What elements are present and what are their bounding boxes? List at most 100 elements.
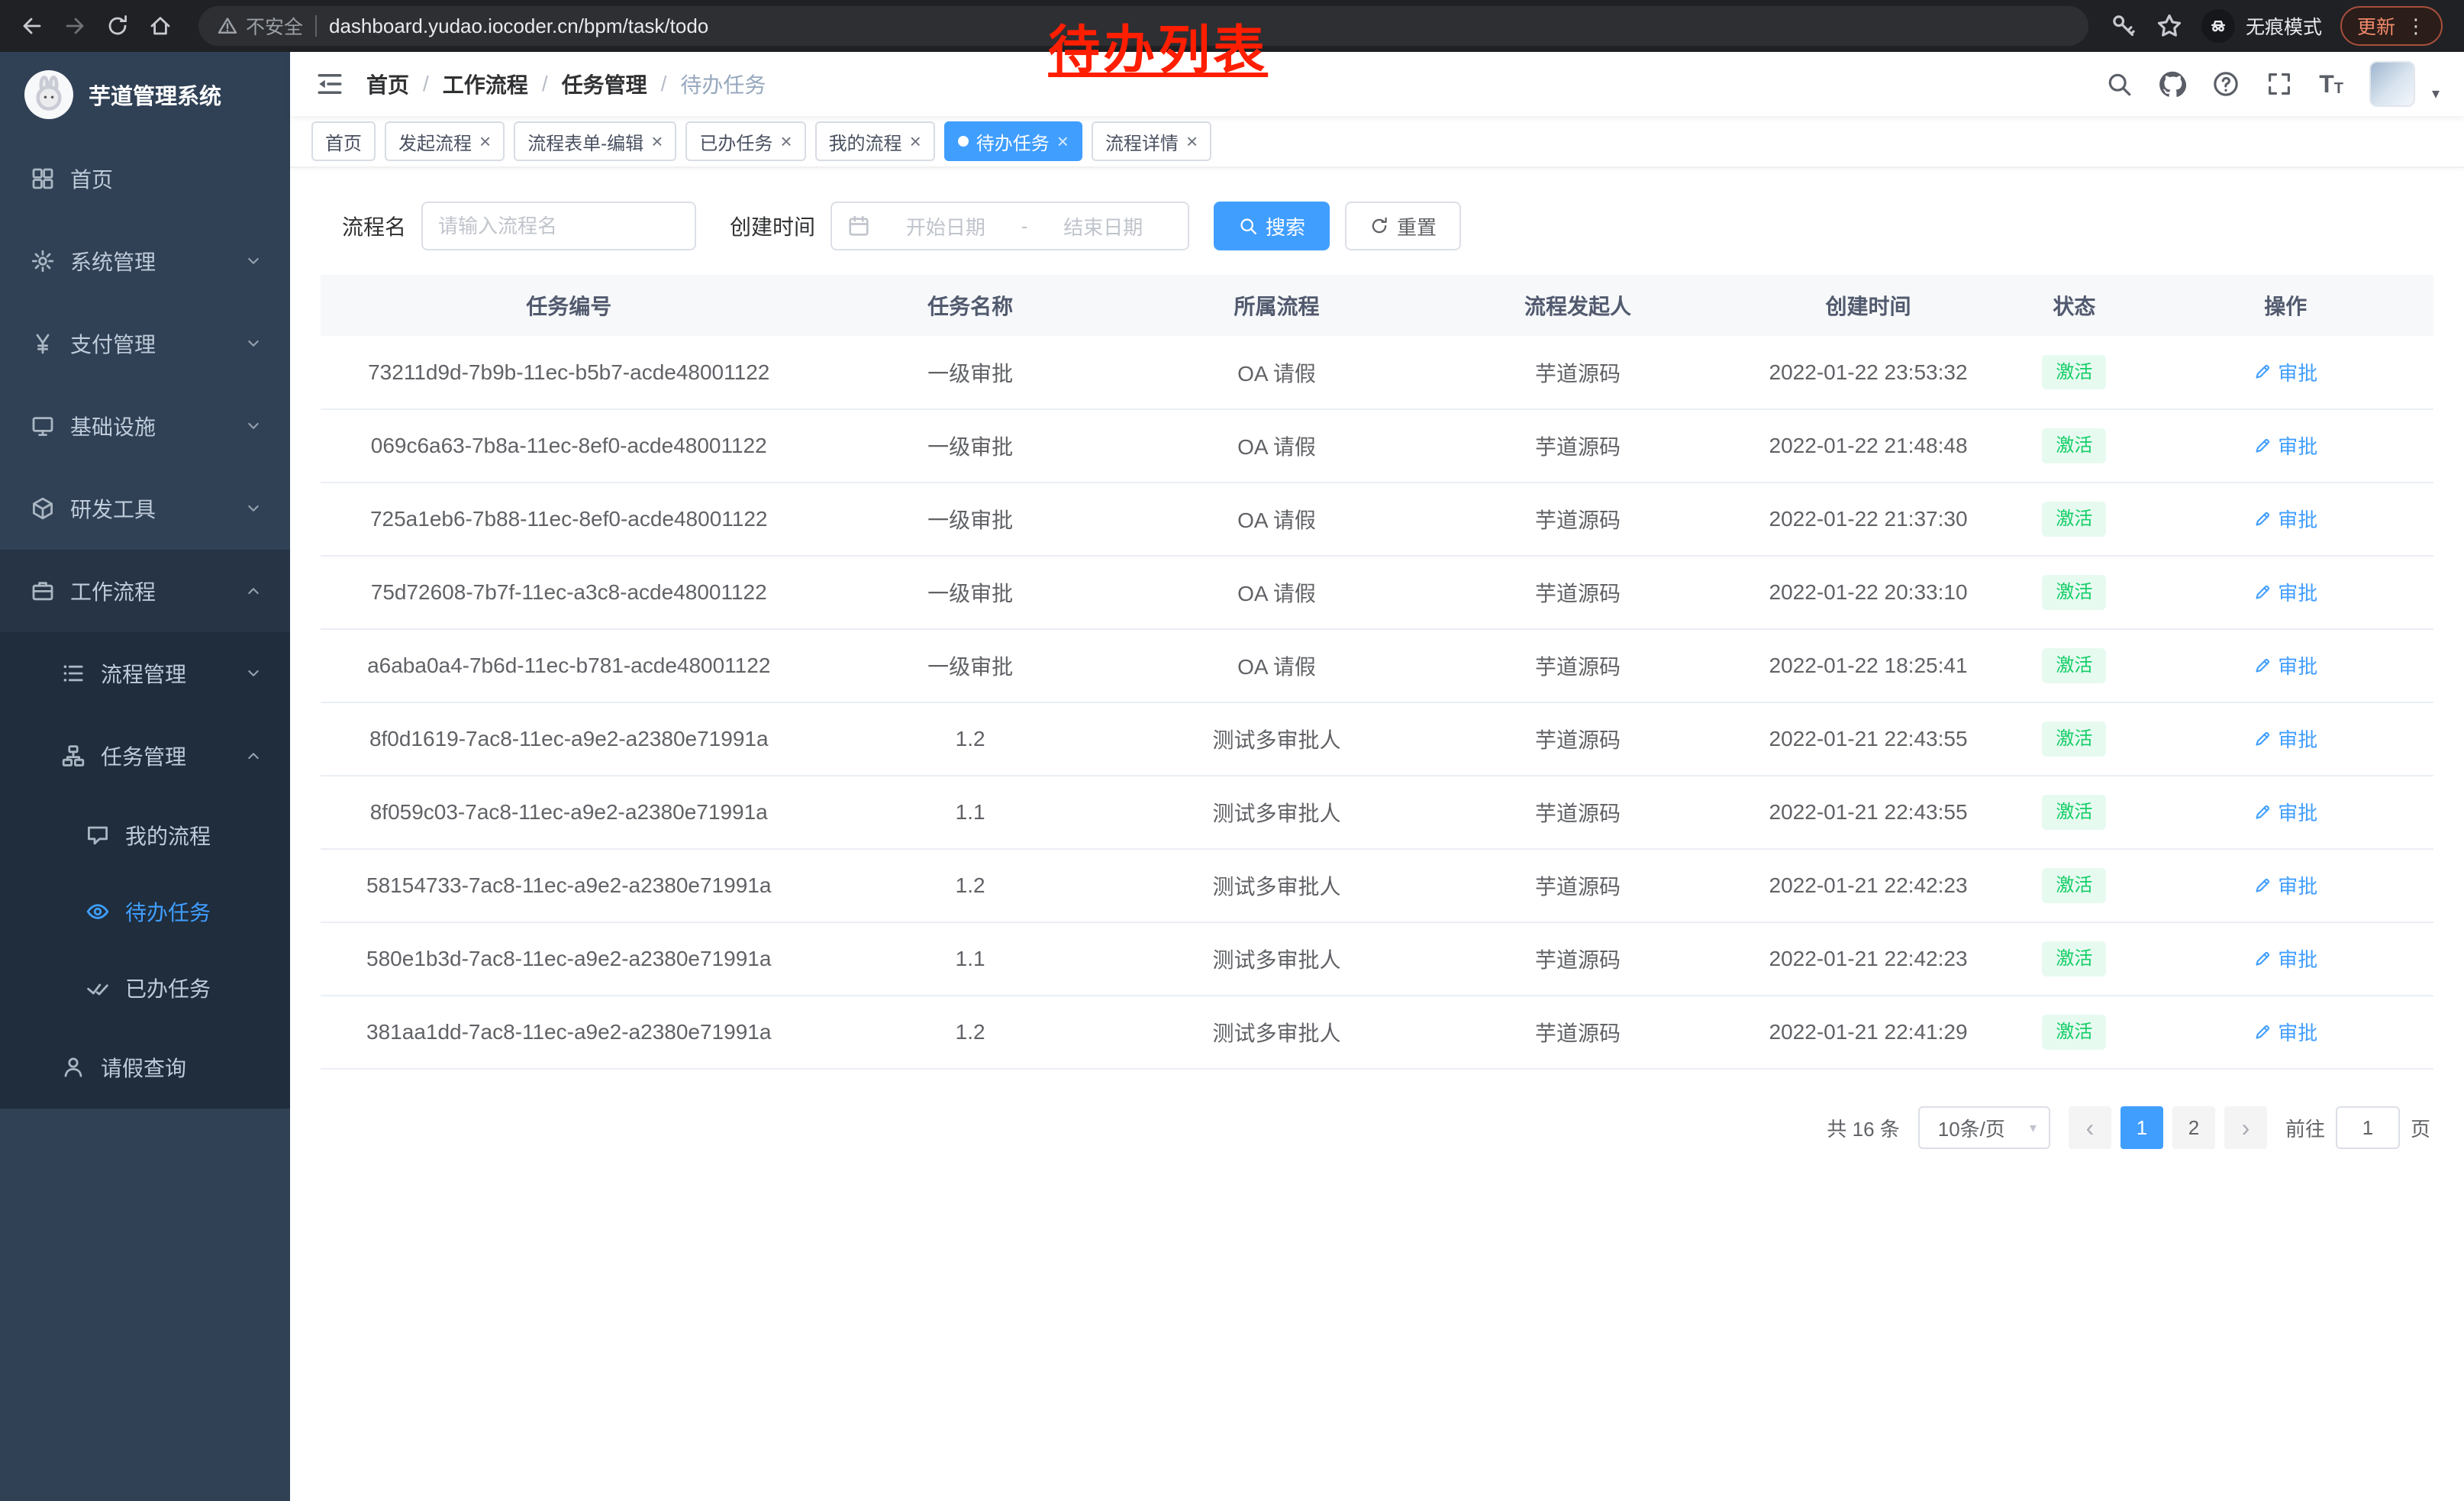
tab-0[interactable]: 首页 <box>311 121 376 161</box>
approve-link[interactable]: 审批 <box>2253 1018 2317 1046</box>
sidebar-item-5[interactable]: 工作流程 <box>0 550 290 632</box>
fullscreen-icon[interactable] <box>2266 70 2293 98</box>
github-icon[interactable] <box>2159 70 2186 98</box>
cell-status: 激活 <box>2011 336 2137 409</box>
workflow-icon <box>31 579 55 603</box>
app-body: 芋道管理系统 首页系统管理支付管理基础设施研发工具工作流程流程管理任务管理我的流… <box>0 52 2464 1501</box>
approve-link[interactable]: 审批 <box>2253 651 2317 679</box>
tab-5[interactable]: 待办任务× <box>944 121 1082 161</box>
approve-link[interactable]: 审批 <box>2253 431 2317 460</box>
cell-process: 测试多审批人 <box>1124 776 1430 849</box>
approve-link[interactable]: 审批 <box>2253 578 2317 606</box>
sidebar-item-3[interactable]: 基础设施 <box>0 385 290 467</box>
approve-link[interactable]: 审批 <box>2253 871 2317 899</box>
reload-icon[interactable] <box>98 6 137 46</box>
create-time-label: 创建时间 <box>730 211 815 241</box>
cell-starter: 芋道源码 <box>1430 849 1726 922</box>
task-manage-icon <box>61 744 85 768</box>
help-icon[interactable] <box>2212 70 2240 98</box>
breadcrumb-separator: / <box>423 72 429 96</box>
tab-label: 发起流程 <box>398 128 472 155</box>
search-icon[interactable] <box>2105 70 2133 98</box>
page-button-2[interactable]: 2 <box>2172 1106 2215 1149</box>
sidebar-item-2[interactable]: 支付管理 <box>0 302 290 385</box>
breadcrumb-item: 待办任务 <box>680 69 766 99</box>
font-size-icon[interactable]: TT <box>2319 72 2343 96</box>
cell-create-time: 2022-01-21 22:41:29 <box>1726 996 2011 1069</box>
close-icon[interactable]: × <box>1186 131 1198 151</box>
cell-action: 审批 <box>2137 702 2433 776</box>
bookmark-star-icon[interactable] <box>2156 12 2183 40</box>
next-page-button[interactable]: › <box>2224 1106 2267 1149</box>
dashboard-icon <box>31 166 55 191</box>
close-icon[interactable]: × <box>1057 131 1069 151</box>
security-chip[interactable]: 不安全 <box>217 12 303 40</box>
page-size-value: 10条/页 <box>1938 1114 2005 1142</box>
breadcrumb-item[interactable]: 工作流程 <box>443 69 528 99</box>
sidebar-item-1[interactable]: 系统管理 <box>0 220 290 302</box>
start-date-placeholder: 开始日期 <box>876 212 1015 240</box>
close-icon[interactable]: × <box>780 131 792 151</box>
tab-6[interactable]: 流程详情× <box>1092 121 1211 161</box>
cell-status: 激活 <box>2011 556 2137 629</box>
page-button-1[interactable]: 1 <box>2121 1106 2163 1149</box>
avatar-caret-icon[interactable]: ▾ <box>2432 84 2440 103</box>
yen-icon <box>31 331 55 356</box>
infrastructure-icon <box>31 414 55 438</box>
table-row: 069c6a63-7b8a-11ec-8ef0-acde48001122一级审批… <box>321 409 2433 483</box>
approve-link[interactable]: 审批 <box>2253 358 2317 386</box>
close-icon[interactable]: × <box>910 131 921 151</box>
kebab-menu-icon[interactable]: ⋮ <box>2406 15 2426 38</box>
sidebar-item-6[interactable]: 流程管理 <box>0 632 290 715</box>
status-badge: 激活 <box>2042 868 2106 903</box>
avatar[interactable] <box>2369 61 2415 107</box>
approve-link[interactable]: 审批 <box>2253 505 2317 533</box>
collapse-sidebar-icon[interactable] <box>314 69 345 99</box>
sidebar-item-10[interactable]: 已办任务 <box>0 950 290 1026</box>
sidebar-item-0[interactable]: 首页 <box>0 137 290 220</box>
approve-link[interactable]: 审批 <box>2253 944 2317 973</box>
password-key-icon[interactable] <box>2110 12 2137 40</box>
tab-3[interactable]: 已办任务× <box>685 121 805 161</box>
reset-button[interactable]: 重置 <box>1345 202 1461 250</box>
close-icon[interactable]: × <box>651 131 663 151</box>
close-icon[interactable]: × <box>479 131 491 151</box>
sidebar-item-7[interactable]: 任务管理 <box>0 715 290 797</box>
app-logo[interactable]: 芋道管理系统 <box>0 52 290 137</box>
logo-avatar-icon <box>24 70 73 119</box>
status-badge: 激活 <box>2042 795 2106 830</box>
approve-label: 审批 <box>2278 431 2317 460</box>
approve-link[interactable]: 审批 <box>2253 725 2317 753</box>
cell-task-name: 一级审批 <box>817 409 1123 483</box>
forward-icon[interactable] <box>55 6 95 46</box>
tab-1[interactable]: 发起流程 × <box>385 121 505 161</box>
sidebar-item-4[interactable]: 研发工具 <box>0 467 290 550</box>
update-button[interactable]: 更新 ⋮ <box>2340 6 2443 46</box>
date-range-picker[interactable]: 开始日期 - 结束日期 <box>830 202 1189 250</box>
column-header: 状态 <box>2011 275 2137 336</box>
page-size-select[interactable]: 10条/页 ▾ <box>1918 1106 2050 1149</box>
cell-create-time: 2022-01-22 23:53:32 <box>1726 336 2011 409</box>
search-button[interactable]: 搜索 <box>1214 202 1330 250</box>
table-row: 73211d9d-7b9b-11ec-b5b7-acde48001122一级审批… <box>321 336 2433 409</box>
cell-task-name: 1.1 <box>817 922 1123 996</box>
breadcrumb-item[interactable]: 首页 <box>366 69 409 99</box>
sidebar-item-11[interactable]: 请假查询 <box>0 1026 290 1109</box>
font-size-glyph-large: T <box>2319 72 2334 96</box>
back-icon[interactable] <box>12 6 52 46</box>
goto-input[interactable] <box>2336 1106 2400 1149</box>
process-name-input[interactable] <box>421 202 696 250</box>
home-icon[interactable] <box>140 6 180 46</box>
cell-task-name: 1.2 <box>817 702 1123 776</box>
sidebar-item-9[interactable]: 待办任务 <box>0 873 290 950</box>
tab-2[interactable]: 流程表单-编辑× <box>514 121 676 161</box>
tab-4[interactable]: 我的流程× <box>815 121 935 161</box>
approve-link[interactable]: 审批 <box>2253 798 2317 826</box>
cell-status: 激活 <box>2011 922 2137 996</box>
cell-task-name: 1.2 <box>817 996 1123 1069</box>
breadcrumb-item[interactable]: 任务管理 <box>562 69 647 99</box>
sidebar-item-8[interactable]: 我的流程 <box>0 797 290 873</box>
cell-action: 审批 <box>2137 849 2433 922</box>
prev-page-button[interactable]: ‹ <box>2069 1106 2111 1149</box>
chevron-up-icon <box>244 747 263 765</box>
